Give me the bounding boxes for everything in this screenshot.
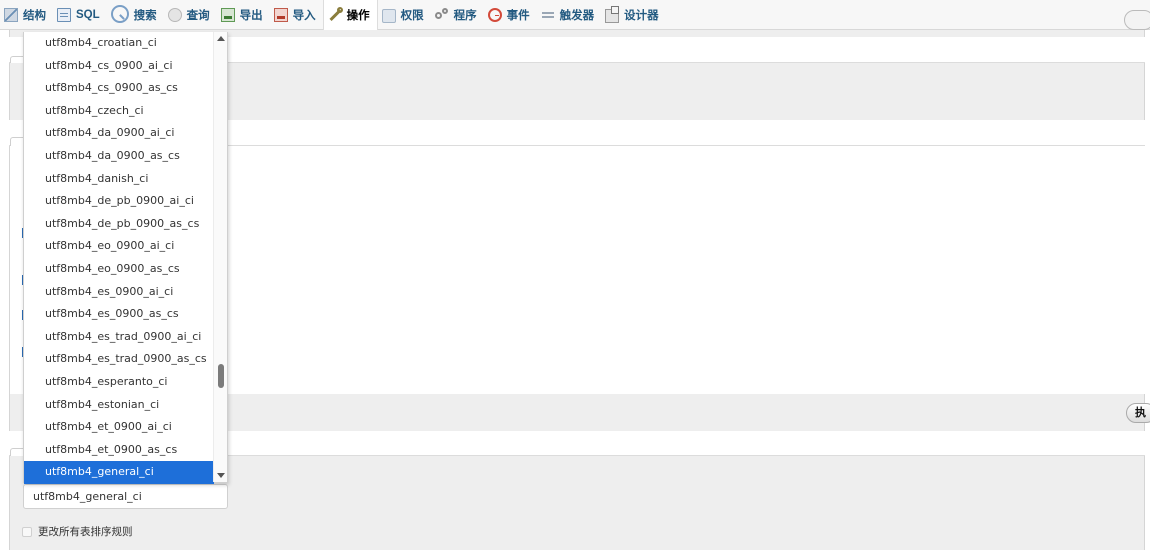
tab-structure[interactable]: 结构 <box>0 0 53 30</box>
tab-label: 查询 <box>186 9 210 22</box>
structure-icon <box>4 7 18 22</box>
collation-option[interactable]: utf8mb4_eo_0900_ai_ci <box>24 235 214 258</box>
scroll-down-arrow-icon[interactable] <box>217 473 225 478</box>
collation-option[interactable]: utf8mb4_esperanto_ci <box>24 371 214 394</box>
tab-query[interactable]: 查询 <box>164 0 217 30</box>
scrollbar-thumb[interactable] <box>218 364 224 388</box>
change-all-tables-collation-row[interactable]: 更改所有表排序规则 <box>22 524 133 539</box>
collation-option[interactable]: utf8mb4_danish_ci <box>24 168 214 191</box>
collation-option-selected[interactable]: utf8mb4_general_ci <box>24 461 214 484</box>
tab-label: 触发器 <box>559 9 595 22</box>
tab-label: 设计器 <box>624 9 659 22</box>
collation-option[interactable]: utf8mb4_et_0900_as_cs <box>24 439 214 462</box>
triggers-icon <box>541 8 555 22</box>
tab-search[interactable]: 搜索 <box>107 0 164 30</box>
tab-label: SQL <box>76 8 100 21</box>
tab-label: 操作 <box>346 9 370 22</box>
collation-option[interactable]: utf8mb4_czech_ci <box>24 100 214 123</box>
tab-label: 结构 <box>23 9 46 22</box>
collation-option[interactable]: utf8mb4_de_pb_0900_ai_ci <box>24 190 214 213</box>
designer-icon <box>605 5 620 23</box>
collation-option[interactable]: utf8mb4_es_trad_0900_ai_ci <box>24 326 214 349</box>
wrench-icon <box>328 6 343 22</box>
sql-icon <box>57 7 71 22</box>
tab-sql[interactable]: SQL <box>53 0 107 30</box>
collation-option[interactable]: utf8mb4_cs_0900_ai_ci <box>24 55 214 78</box>
execute-button[interactable]: 执 <box>1126 403 1150 423</box>
dropdown-scrollbar[interactable] <box>213 32 227 482</box>
import-icon <box>273 7 288 22</box>
collation-option[interactable]: utf8mb4_cs_0900_as_cs <box>24 77 214 100</box>
tab-label: 导入 <box>292 9 316 22</box>
top-right-button[interactable] <box>1124 10 1150 30</box>
tab-label: 权限 <box>400 9 424 22</box>
collation-option[interactable]: utf8mb4_croatian_ci <box>24 32 214 55</box>
tab-operations[interactable]: 操作 <box>322 0 378 30</box>
collation-dropdown-list[interactable]: utf8mb4_croatian_ci utf8mb4_cs_0900_ai_c… <box>23 32 228 484</box>
query-icon <box>167 7 182 22</box>
change-all-tables-checkbox[interactable] <box>22 526 32 537</box>
scroll-up-arrow-icon[interactable] <box>217 36 225 41</box>
collation-option[interactable]: utf8mb4_da_0900_ai_ci <box>24 122 214 145</box>
tab-routines[interactable]: 程序 <box>431 0 484 30</box>
tab-import[interactable]: 导入 <box>270 0 323 30</box>
top-nav-tabs: 结构 SQL 搜索 查询 导出 导入 操作 权限 程序 事件 触发器 设计器 <box>0 0 1150 30</box>
tab-triggers[interactable]: 触发器 <box>537 0 602 30</box>
collation-option[interactable]: utf8mb4_es_trad_0900_as_cs <box>24 348 214 371</box>
tab-label: 导出 <box>239 9 263 22</box>
tab-designer[interactable]: 设计器 <box>601 0 666 30</box>
checkbox-label: 更改所有表排序规则 <box>38 526 133 538</box>
collation-option[interactable]: utf8mb4_eo_0900_as_cs <box>24 258 214 281</box>
collation-select[interactable]: utf8mb4_general_ci <box>23 484 228 509</box>
privileges-icon <box>381 9 396 23</box>
tab-label: 程序 <box>453 9 477 22</box>
collation-option[interactable]: utf8mb4_et_0900_ai_ci <box>24 416 214 439</box>
collation-option[interactable]: utf8mb4_de_pb_0900_as_cs <box>24 213 214 236</box>
tab-privileges[interactable]: 权限 <box>378 0 431 30</box>
tab-export[interactable]: 导出 <box>217 0 270 30</box>
collation-option[interactable]: utf8mb4_es_0900_ai_ci <box>24 281 214 304</box>
events-icon <box>487 7 502 22</box>
search-icon <box>110 4 129 23</box>
collation-option[interactable]: utf8mb4_da_0900_as_cs <box>24 145 214 168</box>
export-icon <box>220 7 235 22</box>
tab-events[interactable]: 事件 <box>484 0 537 30</box>
tab-label: 事件 <box>506 9 530 22</box>
collation-option[interactable]: utf8mb4_es_0900_as_cs <box>24 303 214 326</box>
tab-label: 搜索 <box>133 9 157 22</box>
routines-icon <box>434 7 449 22</box>
collation-option[interactable]: utf8mb4_estonian_ci <box>24 394 214 417</box>
